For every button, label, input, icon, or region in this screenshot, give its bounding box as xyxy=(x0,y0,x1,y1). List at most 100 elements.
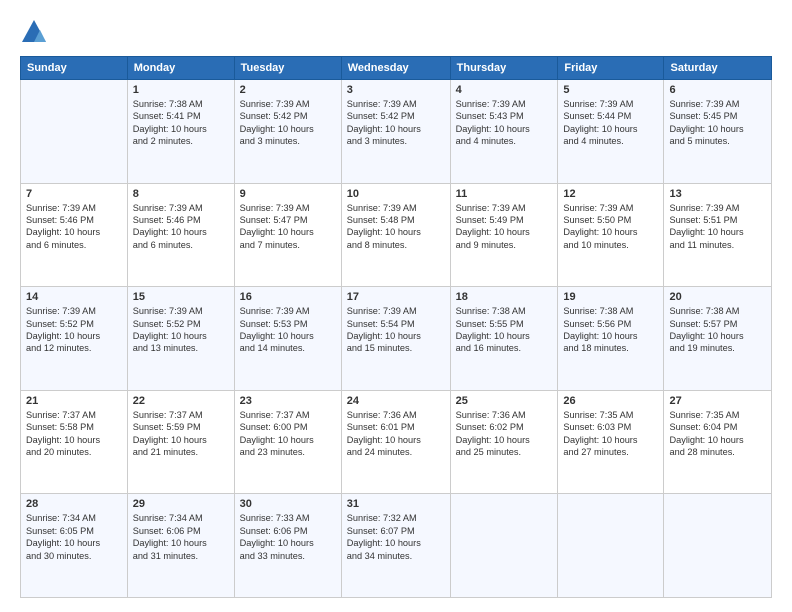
calendar-cell: 19 Sunrise: 7:38 AM Sunset: 5:56 PM Dayli… xyxy=(558,287,664,391)
day-number: 4 xyxy=(456,84,553,96)
day-info: Sunrise: 7:37 AM Sunset: 6:00 PM Dayligh… xyxy=(240,409,336,459)
day-number: 30 xyxy=(240,498,336,510)
day-info: Sunrise: 7:39 AM Sunset: 5:50 PM Dayligh… xyxy=(563,202,658,252)
day-info: Sunrise: 7:35 AM Sunset: 6:03 PM Dayligh… xyxy=(563,409,658,459)
day-info: Sunrise: 7:39 AM Sunset: 5:52 PM Dayligh… xyxy=(26,305,122,355)
day-info: Sunrise: 7:36 AM Sunset: 6:02 PM Dayligh… xyxy=(456,409,553,459)
day-number: 15 xyxy=(133,291,229,303)
page: SundayMondayTuesdayWednesdayThursdayFrid… xyxy=(0,0,792,612)
calendar-cell: 14Sunrise: 7:39 AM Sunset: 5:52 PM Dayli… xyxy=(21,287,128,391)
calendar-table: SundayMondayTuesdayWednesdayThursdayFrid… xyxy=(20,56,772,598)
day-number: 8 xyxy=(133,188,229,200)
calendar-week-5: 28 Sunrise: 7:34 AM Sunset: 6:05 PM Dayli… xyxy=(21,494,772,598)
logo-icon xyxy=(20,18,48,46)
calendar-cell: 25 Sunrise: 7:36 AM Sunset: 6:02 PM Dayli… xyxy=(450,390,558,494)
calendar-cell: 3Sunrise: 7:39 AM Sunset: 5:42 PM Daylig… xyxy=(341,80,450,184)
day-number: 31 xyxy=(347,498,445,510)
calendar-cell: 20 Sunrise: 7:38 AM Sunset: 5:57 PM Dayli… xyxy=(664,287,772,391)
calendar-cell: 21 Sunrise: 7:37 AM Sunset: 5:58 PM Dayli… xyxy=(21,390,128,494)
day-info: Sunrise: 7:39 AM Sunset: 5:47 PM Dayligh… xyxy=(240,202,336,252)
header xyxy=(20,18,772,46)
col-header-monday: Monday xyxy=(127,57,234,80)
day-info: Sunrise: 7:34 AM Sunset: 6:06 PM Dayligh… xyxy=(133,512,229,562)
calendar-cell: 24 Sunrise: 7:36 AM Sunset: 6:01 PM Dayli… xyxy=(341,390,450,494)
calendar-cell: 5 Sunrise: 7:39 AM Sunset: 5:44 PM Daylig… xyxy=(558,80,664,184)
col-header-tuesday: Tuesday xyxy=(234,57,341,80)
calendar-cell: 4 Sunrise: 7:39 AM Sunset: 5:43 PM Daylig… xyxy=(450,80,558,184)
day-info: Sunrise: 7:39 AM Sunset: 5:42 PM Dayligh… xyxy=(347,98,445,148)
day-number: 2 xyxy=(240,84,336,96)
calendar-header-row: SundayMondayTuesdayWednesdayThursdayFrid… xyxy=(21,57,772,80)
day-info: Sunrise: 7:39 AM Sunset: 5:46 PM Dayligh… xyxy=(133,202,229,252)
day-number: 17 xyxy=(347,291,445,303)
day-info: Sunrise: 7:33 AM Sunset: 6:06 PM Dayligh… xyxy=(240,512,336,562)
day-info: Sunrise: 7:38 AM Sunset: 5:56 PM Dayligh… xyxy=(563,305,658,355)
day-info: Sunrise: 7:34 AM Sunset: 6:05 PM Dayligh… xyxy=(26,512,122,562)
calendar-cell: 23 Sunrise: 7:37 AM Sunset: 6:00 PM Dayli… xyxy=(234,390,341,494)
day-info: Sunrise: 7:37 AM Sunset: 5:59 PM Dayligh… xyxy=(133,409,229,459)
calendar-cell: 18 Sunrise: 7:38 AM Sunset: 5:55 PM Dayli… xyxy=(450,287,558,391)
day-number: 16 xyxy=(240,291,336,303)
day-number: 21 xyxy=(26,395,122,407)
calendar-cell: 1 Sunrise: 7:38 AM Sunset: 5:41 PM Daylig… xyxy=(127,80,234,184)
day-info: Sunrise: 7:39 AM Sunset: 5:42 PM Dayligh… xyxy=(240,98,336,148)
day-info: Sunrise: 7:38 AM Sunset: 5:55 PM Dayligh… xyxy=(456,305,553,355)
day-number: 20 xyxy=(669,291,766,303)
day-info: Sunrise: 7:38 AM Sunset: 5:57 PM Dayligh… xyxy=(669,305,766,355)
day-number: 6 xyxy=(669,84,766,96)
calendar-cell xyxy=(558,494,664,598)
day-number: 26 xyxy=(563,395,658,407)
day-number: 1 xyxy=(133,84,229,96)
calendar-cell: 16 Sunrise: 7:39 AM Sunset: 5:53 PM Dayli… xyxy=(234,287,341,391)
col-header-sunday: Sunday xyxy=(21,57,128,80)
day-number: 23 xyxy=(240,395,336,407)
day-info: Sunrise: 7:39 AM Sunset: 5:48 PM Dayligh… xyxy=(347,202,445,252)
day-number: 28 xyxy=(26,498,122,510)
day-number: 12 xyxy=(563,188,658,200)
day-info: Sunrise: 7:37 AM Sunset: 5:58 PM Dayligh… xyxy=(26,409,122,459)
day-info: Sunrise: 7:39 AM Sunset: 5:43 PM Dayligh… xyxy=(456,98,553,148)
calendar-cell: 17Sunrise: 7:39 AM Sunset: 5:54 PM Dayli… xyxy=(341,287,450,391)
calendar-week-2: 7 Sunrise: 7:39 AM Sunset: 5:46 PM Daylig… xyxy=(21,183,772,287)
col-header-saturday: Saturday xyxy=(664,57,772,80)
day-number: 24 xyxy=(347,395,445,407)
calendar-cell: 9Sunrise: 7:39 AM Sunset: 5:47 PM Daylig… xyxy=(234,183,341,287)
day-info: Sunrise: 7:39 AM Sunset: 5:53 PM Dayligh… xyxy=(240,305,336,355)
col-header-friday: Friday xyxy=(558,57,664,80)
calendar-week-1: 1 Sunrise: 7:38 AM Sunset: 5:41 PM Daylig… xyxy=(21,80,772,184)
day-number: 18 xyxy=(456,291,553,303)
logo xyxy=(20,18,52,46)
calendar-cell: 22 Sunrise: 7:37 AM Sunset: 5:59 PM Dayli… xyxy=(127,390,234,494)
day-number: 13 xyxy=(669,188,766,200)
col-header-thursday: Thursday xyxy=(450,57,558,80)
calendar-cell xyxy=(664,494,772,598)
day-info: Sunrise: 7:38 AM Sunset: 5:41 PM Dayligh… xyxy=(133,98,229,148)
day-number: 5 xyxy=(563,84,658,96)
day-info: Sunrise: 7:36 AM Sunset: 6:01 PM Dayligh… xyxy=(347,409,445,459)
day-info: Sunrise: 7:39 AM Sunset: 5:49 PM Dayligh… xyxy=(456,202,553,252)
calendar-week-3: 14Sunrise: 7:39 AM Sunset: 5:52 PM Dayli… xyxy=(21,287,772,391)
calendar-cell: 15 Sunrise: 7:39 AM Sunset: 5:52 PM Dayli… xyxy=(127,287,234,391)
calendar-cell: 26 Sunrise: 7:35 AM Sunset: 6:03 PM Dayli… xyxy=(558,390,664,494)
calendar-cell: 11 Sunrise: 7:39 AM Sunset: 5:49 PM Dayli… xyxy=(450,183,558,287)
day-number: 22 xyxy=(133,395,229,407)
calendar-cell: 6Sunrise: 7:39 AM Sunset: 5:45 PM Daylig… xyxy=(664,80,772,184)
day-info: Sunrise: 7:35 AM Sunset: 6:04 PM Dayligh… xyxy=(669,409,766,459)
day-number: 11 xyxy=(456,188,553,200)
calendar-cell: 29Sunrise: 7:34 AM Sunset: 6:06 PM Dayli… xyxy=(127,494,234,598)
calendar-cell: 7 Sunrise: 7:39 AM Sunset: 5:46 PM Daylig… xyxy=(21,183,128,287)
day-number: 7 xyxy=(26,188,122,200)
calendar-cell xyxy=(450,494,558,598)
day-number: 27 xyxy=(669,395,766,407)
day-info: Sunrise: 7:39 AM Sunset: 5:52 PM Dayligh… xyxy=(133,305,229,355)
calendar-cell: 8 Sunrise: 7:39 AM Sunset: 5:46 PM Daylig… xyxy=(127,183,234,287)
day-number: 19 xyxy=(563,291,658,303)
day-info: Sunrise: 7:39 AM Sunset: 5:46 PM Dayligh… xyxy=(26,202,122,252)
calendar-cell: 31Sunrise: 7:32 AM Sunset: 6:07 PM Dayli… xyxy=(341,494,450,598)
calendar-cell: 28 Sunrise: 7:34 AM Sunset: 6:05 PM Dayli… xyxy=(21,494,128,598)
calendar-cell: 30 Sunrise: 7:33 AM Sunset: 6:06 PM Dayli… xyxy=(234,494,341,598)
day-info: Sunrise: 7:39 AM Sunset: 5:44 PM Dayligh… xyxy=(563,98,658,148)
calendar-cell: 10Sunrise: 7:39 AM Sunset: 5:48 PM Dayli… xyxy=(341,183,450,287)
calendar-cell: 27 Sunrise: 7:35 AM Sunset: 6:04 PM Dayli… xyxy=(664,390,772,494)
day-number: 25 xyxy=(456,395,553,407)
